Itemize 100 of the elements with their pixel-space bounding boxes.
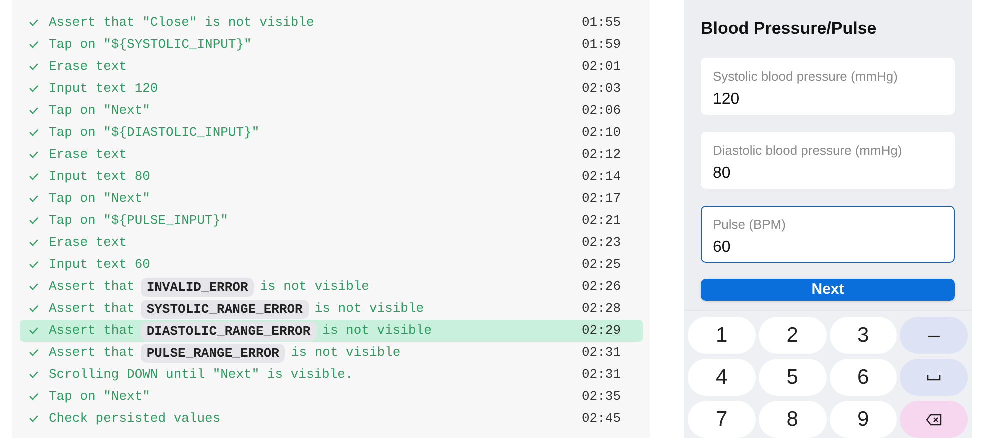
step-text: Input text 120: [49, 80, 158, 98]
step-text: Tap on "${PULSE_INPUT}": [49, 212, 228, 230]
keyboard-key[interactable]: 3: [830, 317, 898, 354]
step-time: 02:31: [582, 366, 621, 384]
field-value: 80: [713, 164, 732, 184]
keyboard-key[interactable]: 5: [758, 359, 826, 396]
step-text: Tap on "${SYSTOLIC_INPUT}": [49, 36, 252, 54]
check-icon: [29, 217, 39, 225]
step-text: Erase text: [49, 146, 128, 164]
keyboard-key[interactable]: 6: [830, 359, 898, 396]
step-text: Scrolling DOWN until "Next" is visible.: [49, 366, 354, 384]
log-step[interactable]: Input text 120 02:03: [20, 78, 643, 100]
step-text: is not visible: [291, 344, 401, 362]
backspace-icon: [926, 414, 942, 426]
step-text: Assert that: [49, 344, 135, 362]
log-step[interactable]: Assert that SYSTOLIC_RANGE_ERROR is not visible 02:28: [20, 298, 643, 320]
step-time: 02:03: [582, 80, 621, 98]
step-text: Check persisted values: [49, 410, 221, 428]
element-id-chip: PULSE_RANGE_ERROR: [140, 344, 286, 362]
log-step[interactable]: Erase text 02:12: [20, 144, 643, 166]
step-time: 02:35: [582, 388, 621, 406]
step-time: 02:45: [582, 410, 621, 428]
element-id-chip: INVALID_ERROR: [140, 278, 254, 296]
check-icon: [29, 41, 39, 49]
check-icon: [29, 283, 39, 291]
input-field[interactable]: Diastolic blood pressure (mmHg) 80: [701, 132, 955, 188]
step-text: Assert that: [49, 278, 135, 296]
log-step[interactable]: Tap on "${PULSE_INPUT}" 02:21: [20, 210, 643, 232]
log-step[interactable]: Input text 60 02:25: [20, 254, 643, 276]
check-icon: [29, 327, 39, 335]
log-step[interactable]: Input text 80 02:14: [20, 166, 643, 188]
step-text: is not visible: [260, 278, 370, 296]
screen-title: Blood Pressure/Pulse: [701, 18, 878, 40]
check-icon: [29, 173, 39, 181]
field-label: Pulse (BPM): [713, 216, 787, 234]
log-step[interactable]: Erase text 02:23: [20, 232, 643, 254]
log-step[interactable]: Check persisted values 02:45: [20, 408, 643, 430]
log-step[interactable]: Assert that DIASTOLIC_RANGE_ERROR is not visible 02:29: [20, 320, 643, 342]
log-step[interactable]: Tap on "Next" 02:06: [20, 100, 643, 122]
step-text: Input text 80: [49, 168, 150, 186]
step-time: 01:55: [582, 14, 621, 32]
step-text: Tap on "${DIASTOLIC_INPUT}": [49, 124, 260, 142]
step-time: 02:10: [582, 124, 621, 142]
input-field[interactable]: Systolic blood pressure (mmHg) 120: [701, 58, 955, 114]
check-icon: [29, 415, 39, 423]
field-value: 120: [713, 90, 741, 110]
keyboard-key[interactable]: 4: [688, 359, 756, 396]
log-step[interactable]: Scrolling DOWN until "Next" is visible. 02:31: [20, 364, 643, 386]
step-text: Erase text: [49, 234, 128, 252]
log-step[interactable]: Tap on "${DIASTOLIC_INPUT}" 02:10: [20, 122, 643, 144]
step-text: Assert that: [49, 300, 135, 318]
log-step[interactable]: Tap on "${SYSTOLIC_INPUT}" 01:59: [20, 34, 643, 56]
step-time: 02:26: [582, 278, 621, 296]
element-id-chip: SYSTOLIC_RANGE_ERROR: [140, 300, 309, 318]
next-button[interactable]: Next: [701, 278, 955, 301]
step-text: Assert that "Close" is not visible: [49, 14, 314, 32]
check-icon: [29, 107, 39, 115]
check-icon: [29, 371, 39, 379]
step-time: 02:17: [582, 190, 621, 208]
step-text: Tap on "Next": [49, 102, 150, 120]
step-time: 02:29: [582, 322, 621, 340]
log-step[interactable]: Tap on "Next" 02:35: [20, 386, 643, 408]
input-field[interactable]: Pulse (BPM) 60: [701, 206, 955, 262]
field-label: Diastolic blood pressure (mmHg): [713, 142, 904, 160]
step-time: 02:12: [582, 146, 621, 164]
step-time: 02:06: [582, 102, 621, 120]
check-icon: [29, 349, 39, 357]
log-step[interactable]: Assert that PULSE_RANGE_ERROR is not visible 02:31: [20, 342, 643, 364]
log-step[interactable]: Tap on "Next" 02:17: [20, 188, 643, 210]
step-text: Tap on "Next": [49, 388, 150, 406]
keyboard-key[interactable]: [900, 401, 968, 438]
log-step[interactable]: Assert that INVALID_ERROR is not visible 02:26: [20, 276, 643, 298]
step-time: 02:01: [582, 58, 621, 76]
space-bar-icon: [927, 374, 942, 380]
keyboard-key[interactable]: –: [900, 317, 968, 354]
check-icon: [29, 19, 39, 27]
step-time: 01:59: [582, 36, 621, 54]
keyboard-key[interactable]: 7: [688, 401, 756, 438]
keyboard-key[interactable]: 1: [688, 317, 756, 354]
keyboard-key[interactable]: 9: [830, 401, 898, 438]
step-text: is not visible: [322, 322, 432, 340]
check-icon: [29, 261, 39, 269]
step-time: 02:25: [582, 256, 621, 274]
check-icon: [29, 85, 39, 93]
keyboard-key[interactable]: 8: [758, 401, 826, 438]
check-icon: [29, 129, 39, 137]
keyboard-key[interactable]: 2: [758, 317, 826, 354]
check-icon: [29, 305, 39, 313]
field-value: 60: [713, 238, 732, 258]
step-time: 02:21: [582, 212, 621, 230]
step-time: 02:31: [582, 344, 621, 362]
log-step[interactable]: Erase text 02:01: [20, 56, 643, 78]
log-step[interactable]: Assert that "Close" is not visible 01:55: [20, 12, 643, 34]
step-text: Assert that: [49, 322, 135, 340]
step-text: Input text 60: [49, 256, 150, 274]
check-icon: [29, 393, 39, 401]
step-text: Erase text: [49, 58, 128, 76]
check-icon: [29, 63, 39, 71]
step-time: 02:23: [582, 234, 621, 252]
check-icon: [29, 195, 39, 203]
